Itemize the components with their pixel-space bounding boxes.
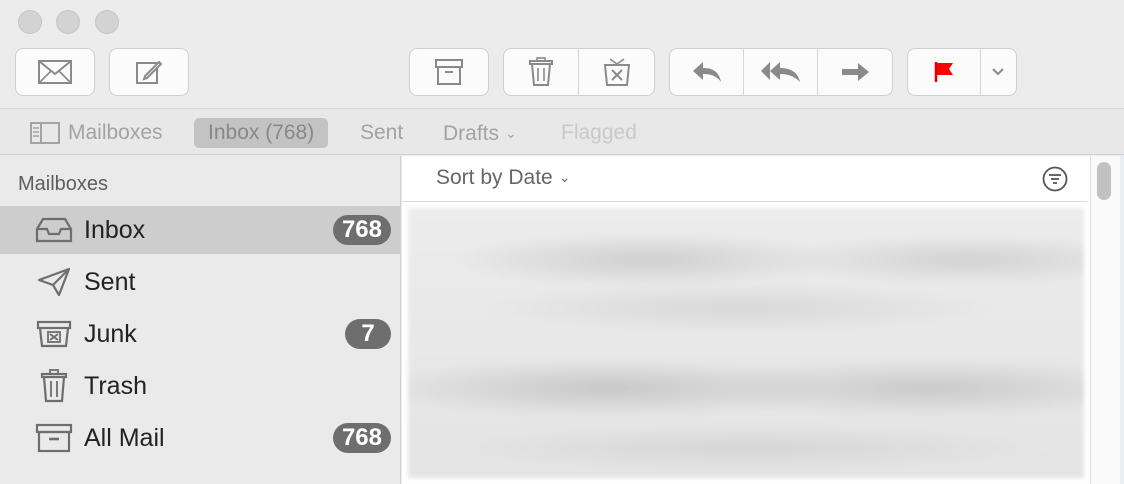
favorites-mailboxes-label: Mailboxes — [68, 121, 163, 144]
get-mail-button[interactable] — [15, 48, 95, 96]
message-viewer-edge — [1120, 156, 1124, 484]
sort-by-date-button[interactable]: Sort by Date ⌄ — [436, 166, 570, 190]
chevron-down-icon: ⌄ — [505, 125, 517, 141]
zoom-window-button[interactable] — [95, 10, 119, 34]
junk-bin-icon — [603, 58, 630, 86]
delete-junk-group — [503, 48, 655, 96]
unread-count-badge: 7 — [345, 319, 391, 349]
forward-button[interactable] — [818, 49, 892, 95]
favorites-inbox-button[interactable]: Inbox (768) — [194, 118, 329, 148]
junk-button[interactable] — [579, 49, 654, 95]
flag-group — [907, 48, 1017, 96]
unread-count-badge: 768 — [332, 423, 391, 453]
junk-bin-icon — [34, 314, 74, 354]
flag-menu-button[interactable] — [981, 49, 1016, 95]
reply-button[interactable] — [670, 49, 745, 95]
archive-box-icon — [34, 418, 74, 458]
sidebar-item-label: Sent — [84, 267, 136, 296]
sidebar-item-label: Junk — [84, 319, 137, 348]
flag-button[interactable] — [908, 49, 981, 95]
filter-icon — [1042, 166, 1068, 192]
favorites-sent-button[interactable]: Sent — [360, 118, 403, 148]
sidebar-item-all-mail[interactable]: All Mail 768 — [0, 414, 400, 462]
chevron-down-icon: ⌄ — [558, 169, 571, 185]
scrollbar-thumb[interactable] — [1097, 162, 1111, 200]
trash-can-icon — [529, 57, 553, 86]
sidebar-toggle-icon — [30, 122, 60, 144]
reply-all-icon — [760, 62, 800, 82]
chevron-down-icon — [992, 68, 1005, 76]
archive-box-icon — [435, 59, 463, 85]
forward-arrow-icon — [841, 63, 869, 81]
sidebar-item-label: Trash — [84, 371, 147, 400]
favorites-drafts-button[interactable]: Drafts ⌄ — [443, 118, 517, 148]
flag-icon — [934, 62, 953, 82]
delete-button[interactable] — [504, 49, 579, 95]
archive-button[interactable] — [409, 48, 489, 96]
minimize-window-button[interactable] — [56, 10, 80, 34]
sort-bar: Sort by Date ⌄ — [402, 156, 1088, 202]
filter-button[interactable] — [1042, 166, 1068, 192]
sidebar-heading: Mailboxes — [18, 173, 109, 195]
message-list-scrollbar[interactable] — [1090, 156, 1120, 484]
favorites-bar: Mailboxes Inbox (768) Sent Drafts ⌄ Flagg… — [0, 108, 1124, 155]
compose-button[interactable] — [109, 48, 189, 96]
paper-plane-icon — [34, 262, 74, 302]
blurred-message-preview — [408, 208, 1084, 478]
inbox-tray-icon — [34, 210, 74, 250]
sidebar-item-label: All Mail — [84, 423, 165, 452]
sidebar-item-sent[interactable]: Sent — [0, 258, 400, 306]
envelope-icon — [38, 60, 72, 84]
trash-can-icon — [34, 366, 74, 406]
unread-count-badge: 768 — [332, 215, 391, 245]
window-toolbar — [0, 0, 1124, 108]
favorites-mailboxes-button[interactable]: Mailboxes — [30, 118, 163, 148]
reply-all-button[interactable] — [744, 49, 818, 95]
sort-label: Sort by Date — [436, 166, 553, 189]
compose-icon — [136, 60, 163, 84]
sidebar-item-junk[interactable]: Junk 7 — [0, 310, 400, 358]
message-list: Sort by Date ⌄ — [402, 156, 1090, 484]
reply-arrow-icon — [692, 62, 721, 82]
reply-group — [669, 48, 893, 96]
favorites-flagged-button[interactable]: Flagged — [561, 118, 637, 148]
sidebar-item-inbox[interactable]: Inbox 768 — [0, 206, 400, 254]
mailbox-sidebar: Mailboxes Inbox 768 Sent Junk 7 Trash Al… — [0, 156, 401, 484]
sidebar-item-label: Inbox — [84, 215, 146, 244]
close-window-button[interactable] — [18, 10, 42, 34]
sidebar-item-trash[interactable]: Trash — [0, 362, 400, 410]
favorites-drafts-label: Drafts — [443, 122, 500, 145]
